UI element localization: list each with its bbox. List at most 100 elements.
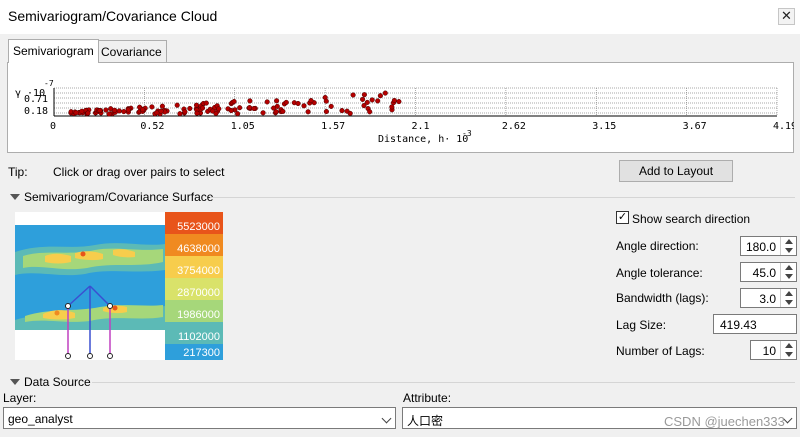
cloud-point [106, 111, 112, 117]
cloud-point [177, 111, 183, 117]
x-tick-label: 4.19 [773, 121, 794, 132]
chevron-down-icon [381, 413, 392, 424]
cloud-point [125, 107, 131, 113]
data-source-title: Data Source [24, 375, 91, 389]
legend-item: 2870000 [165, 278, 223, 300]
x-tick-label: 1.05 [231, 121, 255, 132]
cloud-point [121, 109, 127, 115]
section-divider [210, 197, 795, 198]
number-of-lags-label: Number of Lags: [616, 344, 705, 358]
spin-up-icon [785, 265, 793, 270]
cloud-point [103, 107, 109, 113]
cloud-point [251, 105, 257, 112]
cloud-point [235, 111, 241, 117]
cloud-point [301, 103, 307, 109]
cloud-point [264, 99, 270, 105]
cloud-point [364, 99, 370, 105]
x-tick-label: 2.62 [502, 121, 526, 132]
cloud-point [73, 110, 79, 116]
cloud-point [391, 97, 397, 104]
cloud-point [159, 103, 165, 109]
cloud-point [194, 110, 200, 116]
x-tick-label: 3.15 [592, 121, 616, 132]
semivariogram-surface-map[interactable] [15, 212, 165, 360]
cloud-point [154, 110, 160, 116]
close-button[interactable]: ✕ [778, 8, 795, 25]
angle-direction-stepper[interactable]: 180.0 [740, 236, 797, 256]
legend-item: 5523000 [165, 212, 223, 234]
semivariogram-cloud-chart[interactable]: γ ·10 -7 0.71 0.18 0 0.52 1.05 1.57 2.1 2.62 3… [10, 74, 794, 150]
cloud-point [305, 109, 311, 115]
tab-semivariogram[interactable]: Semivariogram [8, 39, 99, 63]
legend-item: 1986000 [165, 300, 223, 322]
x-axis-label: Distance, h· 10 [378, 134, 468, 145]
attribute-label: Attribute: [403, 391, 452, 405]
cloud-point [247, 105, 253, 111]
cloud-point [295, 100, 301, 107]
tip-text: Click or drag over pairs to select [53, 165, 225, 179]
x-tick-labels: 0 0.52 1.05 1.57 2.1 2.62 3.15 3.67 4.19 [50, 121, 794, 132]
title-bar: Semivariogram/Covariance Cloud ✕ [0, 0, 800, 34]
cloud-point [247, 98, 253, 104]
angle-tolerance-stepper[interactable]: 45.0 [740, 262, 797, 282]
tab-covariance[interactable]: Covariance [96, 40, 167, 62]
lag-size-input[interactable]: 419.43 [713, 314, 797, 334]
cloud-point [149, 104, 155, 110]
cloud-point [85, 110, 91, 116]
bandwidth-label: Bandwidth (lags): [616, 291, 709, 305]
y-tick-label: 0.71 [24, 94, 48, 105]
watermark-text: CSDN @juechen333 [664, 414, 785, 429]
collapse-triangle-icon [10, 194, 20, 200]
cloud-point [367, 109, 373, 115]
legend-item: 217300 [165, 344, 223, 360]
cloud-point [182, 109, 188, 115]
spin-down-icon [785, 274, 793, 279]
cloud-point [200, 105, 206, 111]
cloud-point [79, 108, 85, 114]
layer-dropdown[interactable]: geo_analyst [3, 407, 396, 429]
cloud-point [97, 108, 103, 114]
cloud-point [112, 107, 118, 113]
cloud-point [158, 108, 164, 114]
show-search-direction-checkbox[interactable]: ✓ [616, 211, 629, 224]
cloud-point [273, 109, 279, 115]
cloud-point [283, 99, 289, 105]
surface-section-header[interactable]: Semivariogram/Covariance Surface [10, 190, 213, 204]
bandwidth-stepper[interactable]: 3.0 [740, 288, 797, 308]
cloud-point [375, 98, 381, 104]
cloud-point [328, 103, 334, 109]
window-title: Semivariogram/Covariance Cloud [8, 8, 218, 24]
x-tick-label: 1.57 [321, 121, 345, 132]
cloud-point [369, 97, 375, 103]
legend-item: 3754000 [165, 256, 223, 278]
cloud-point [347, 110, 353, 116]
cloud-point [323, 98, 329, 104]
y-unit-exponent: -7 [44, 79, 54, 88]
tip-label: Tip: [8, 165, 28, 179]
cloud-point [228, 107, 234, 114]
spin-down-icon [785, 300, 793, 305]
spin-up-icon [785, 239, 793, 244]
x-tick-label: 0.52 [140, 121, 164, 132]
cloud-point [116, 108, 122, 114]
cloud-point [203, 100, 209, 106]
spin-up-icon [785, 343, 793, 348]
number-of-lags-stepper[interactable]: 10 [750, 340, 797, 360]
surface-legend: 5523000 4638000 3754000 2870000 1986000 … [165, 212, 225, 360]
add-to-layout-button[interactable]: Add to Layout [619, 160, 733, 182]
cloud-point [396, 99, 402, 105]
x-tick-label: 0 [50, 121, 56, 132]
lag-size-label: Lag Size: [616, 318, 667, 332]
cloud-point [389, 104, 395, 110]
cloud-point [216, 106, 222, 112]
data-source-section-header[interactable]: Data Source [10, 375, 91, 389]
cloud-point [174, 102, 180, 108]
cloud-point [382, 90, 388, 96]
cloud-point [377, 93, 383, 99]
cloud-point [231, 98, 237, 105]
cloud-point [323, 108, 329, 115]
cloud-point [339, 108, 345, 114]
cloud-point [361, 92, 367, 98]
cloud-point [274, 98, 280, 104]
spin-up-icon [785, 291, 793, 296]
